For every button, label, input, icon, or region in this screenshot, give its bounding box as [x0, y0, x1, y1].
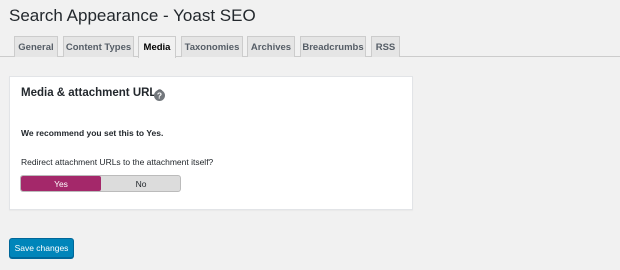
tab-media[interactable]: Media: [138, 36, 176, 58]
tab-rss[interactable]: RSS: [371, 36, 400, 57]
redirect-attachment-toggle[interactable]: Yes No: [20, 175, 181, 192]
svg-text:?: ?: [157, 90, 162, 100]
tab-general[interactable]: General: [14, 36, 58, 57]
toggle-no-option[interactable]: No: [101, 176, 180, 191]
tab-content-types[interactable]: Content Types: [63, 36, 134, 57]
recommendation-text: We recommend you set this to Yes.: [21, 128, 164, 138]
tab-bar: General Content Types Media Taxonomies A…: [0, 36, 620, 58]
tab-breadcrumbs[interactable]: Breadcrumbs: [300, 36, 366, 57]
toggle-yes-option[interactable]: Yes: [21, 176, 101, 191]
section-title: Media & attachment URLs: [21, 87, 163, 99]
tab-archives[interactable]: Archives: [247, 36, 295, 57]
tab-taxonomies[interactable]: Taxonomies: [181, 36, 243, 57]
question-circle-icon[interactable]: ?: [154, 88, 165, 101]
redirect-question-label: Redirect attachment URLs to the attachme…: [21, 157, 214, 167]
media-settings-card: Media & attachment URLs ? We recommend y…: [9, 76, 413, 210]
save-changes-button[interactable]: Save changes: [9, 238, 74, 258]
page-title: Search Appearance - Yoast SEO: [9, 6, 256, 25]
